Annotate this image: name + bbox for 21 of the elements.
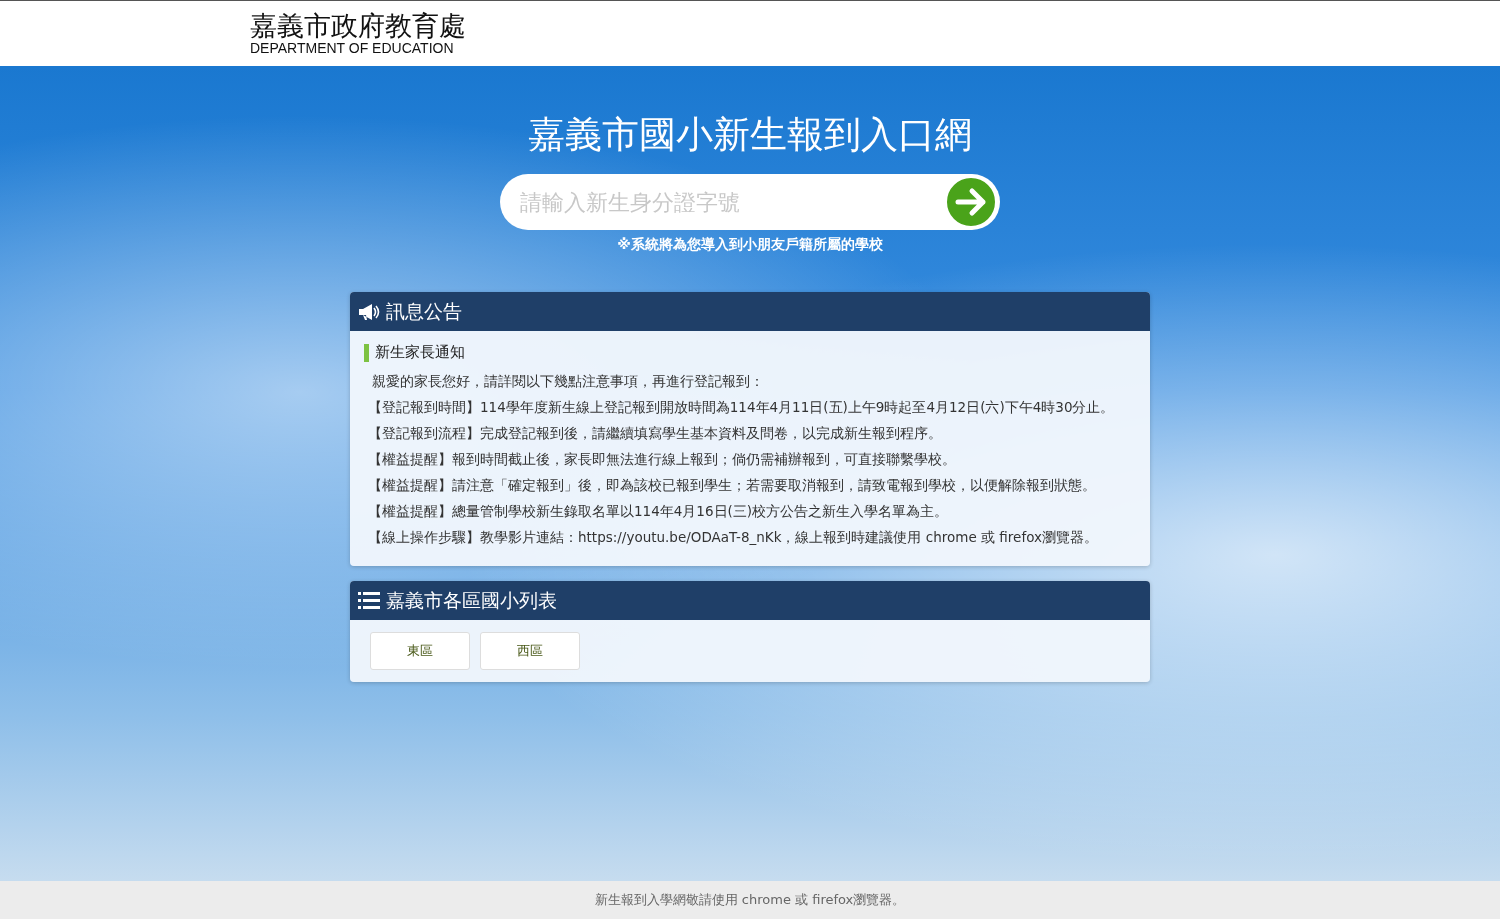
card-title: 訊息公告 xyxy=(386,298,462,324)
arrow-right-icon xyxy=(954,187,988,217)
accent-bar xyxy=(364,343,369,362)
site-subtitle: DEPARTMENT OF EDUCATION xyxy=(250,40,455,57)
section-title: 新生家長通知 xyxy=(375,343,465,362)
site-title: 嘉義市政府教育處 xyxy=(250,10,467,41)
notice-line: 親愛的家長您好，請詳閱以下幾點注意事項，再進行登記報到： xyxy=(371,372,765,391)
card-title: 嘉義市各區國小列表 xyxy=(386,587,557,613)
notice-line: 【權益提醒】總量管制學校新生錄取名單以114年4月16日(三)校方公告之新生入學名單為主。 xyxy=(367,502,950,521)
notice-line: 【登記報到流程】完成登記報到後，請繼續填寫學生基本資料及問卷，以完成新生報到程序。 xyxy=(367,424,943,443)
search-hint: ※系統將為您導入到小朋友戶籍所屬的學校 xyxy=(617,236,883,254)
megaphone-icon xyxy=(358,302,380,321)
district-button[interactable]: 西區 xyxy=(480,632,580,670)
notice-line: 【登記報到時間】114學年度新生線上登記報到開放時間為114年4月11日(五)上午9時起至4月12日(六)下午4時30分止。 xyxy=(367,398,1116,417)
notice-line: 【權益提醒】請注意「確定報到」後，即為該校已報到學生；若需要取消報到，請致電報到學校，以便解除報到狀態。 xyxy=(367,476,1097,495)
portal-title: 嘉義市國小新生報到入口網 xyxy=(528,112,972,158)
district-button[interactable]: 東區 xyxy=(370,632,470,670)
list-icon xyxy=(358,592,380,609)
notice-line: 【線上操作步驟】教學影片連結：https://youtu.be/ODAaT-8_nKk，線上報到時建議使用 chrome 或 firefox瀏覽器。 xyxy=(367,528,1099,547)
footer-note: 新生報到入學網敬請使用 chrome 或 firefox瀏覽器。 xyxy=(594,891,906,909)
notice-line: 【權益提醒】報到時間截止後，家長即無法進行線上報到；倘仍需補辦報到，可直接聯繫學校。 xyxy=(367,450,957,469)
